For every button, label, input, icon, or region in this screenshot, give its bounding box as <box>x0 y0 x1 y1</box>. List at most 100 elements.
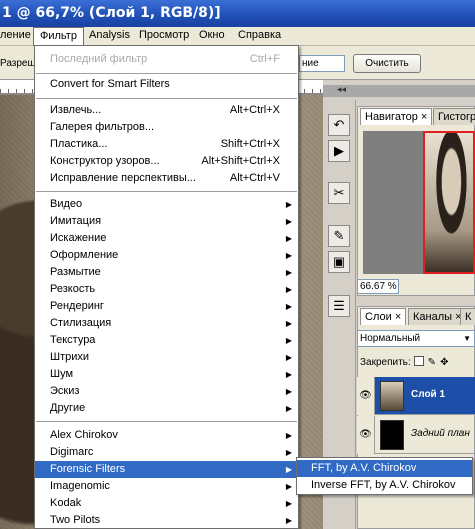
menu-item-imagenomic[interactable]: Imagenomic ▶ <box>35 478 298 495</box>
submenu-item-fft[interactable]: FFT, by A.V. Chirokov <box>297 460 472 477</box>
menu-item-sketch[interactable]: Эскиз ▶ <box>35 383 298 400</box>
notes-icon[interactable]: ☰ <box>328 295 350 317</box>
menu-item-convert-smart-filters[interactable]: Convert for Smart Filters <box>35 76 298 93</box>
menu-item-label: Рендеринг <box>50 300 104 312</box>
clone-source-icon[interactable]: ▣ <box>328 251 350 273</box>
navigator-view-box[interactable] <box>423 131 475 274</box>
submenu-arrow-icon: ▶ <box>285 268 292 277</box>
layer-thumbnail <box>380 381 404 411</box>
menu-separator <box>36 191 297 192</box>
submenu-arrow-icon: ▶ <box>285 448 292 457</box>
menu-item-distort[interactable]: Искажение ▶ <box>35 230 298 247</box>
menu-item-other[interactable]: Другие ▶ <box>35 400 298 417</box>
tab-navigator[interactable]: Навигатор × <box>360 108 433 125</box>
menu-item-artistic[interactable]: Имитация ▶ <box>35 213 298 230</box>
chevron-down-icon[interactable]: ▼ <box>463 331 471 346</box>
submenu-item-label: Inverse FFT, by A.V. Chirokov <box>311 479 456 491</box>
brushes-icon[interactable]: ✎ <box>328 225 350 247</box>
menu-item-label: Резкость <box>50 283 96 295</box>
menu-item-label: Штрихи <box>50 351 90 363</box>
history-icon[interactable]: ↶ <box>328 114 350 136</box>
blend-mode-value: Нормальный <box>360 333 421 344</box>
tab-layers[interactable]: Слои × <box>360 308 407 325</box>
menu-item-shortcut: Ctrl+F <box>249 53 280 65</box>
tab-paths[interactable]: К <box>460 308 475 325</box>
collapse-arrows-icon[interactable]: ◂◂ <box>337 84 346 95</box>
eye-icon[interactable]: 👁 <box>357 416 375 454</box>
menu-edit[interactable]: ление <box>0 29 31 41</box>
menu-item-last-filter[interactable]: Последний фильтр Ctrl+F <box>35 51 298 68</box>
eye-icon[interactable]: 👁 <box>357 377 375 415</box>
menu-item-label: Kodak <box>50 497 82 509</box>
submenu-arrow-icon: ▶ <box>285 353 292 362</box>
submenu-arrow-icon: ▶ <box>285 217 292 226</box>
menu-separator <box>36 421 297 422</box>
submenu-item-inverse-fft[interactable]: Inverse FFT, by A.V. Chirokov <box>297 477 472 494</box>
menu-item-label: Извлечь... <box>50 104 102 116</box>
menu-item-texture[interactable]: Текстура ▶ <box>35 332 298 349</box>
menu-item-label: Two Pilots <box>50 514 101 526</box>
menu-item-render[interactable]: Рендеринг ▶ <box>35 298 298 315</box>
menu-item-kodak[interactable]: Kodak ▶ <box>35 495 298 512</box>
tab-channels[interactable]: Каналы × <box>408 308 467 325</box>
menu-item-pattern-maker[interactable]: Конструктор узоров... Alt+Shift+Ctrl+X <box>35 153 298 170</box>
submenu-arrow-icon: ▶ <box>285 431 292 440</box>
menu-item-blur[interactable]: Размытие ▶ <box>35 264 298 281</box>
zoom-field[interactable]: 66.67 % <box>357 279 399 294</box>
tab-histogram-label: Гистогр <box>438 111 475 123</box>
tools-icon[interactable]: ✂ <box>328 182 350 204</box>
submenu-arrow-icon: ▶ <box>285 285 292 294</box>
menu-item-brush-strokes[interactable]: Штрихи ▶ <box>35 349 298 366</box>
menu-item-two-pilots[interactable]: Two Pilots ▶ <box>35 512 298 529</box>
menu-item-stylize[interactable]: Стилизация ▶ <box>35 315 298 332</box>
layer-row-background[interactable]: 👁 Задний план <box>357 416 475 454</box>
menu-item-extract[interactable]: Извлечь... Alt+Ctrl+X <box>35 102 298 119</box>
menu-item-filter-gallery[interactable]: Галерея фильтров... <box>35 119 298 136</box>
menu-item-label: Digimarc <box>50 446 94 458</box>
lock-brush-icon[interactable]: ✎ <box>428 357 436 368</box>
menu-item-digimarc[interactable]: Digimarc ▶ <box>35 444 298 461</box>
submenu-arrow-icon: ▶ <box>285 200 292 209</box>
menu-analysis[interactable]: Analysis <box>89 29 130 41</box>
menu-item-label: Эскиз <box>50 385 80 397</box>
menu-item-label: Текстура <box>50 334 96 346</box>
menu-item-alex-chirokov[interactable]: Alex Chirokov ▶ <box>35 427 298 444</box>
menu-item-forensic-filters[interactable]: Forensic Filters ▶ <box>35 461 298 478</box>
options-field[interactable]: ние <box>299 55 345 72</box>
submenu-arrow-icon: ▶ <box>285 387 292 396</box>
menu-window[interactable]: Окно <box>199 29 225 41</box>
actions-play-icon[interactable]: ▶ <box>328 140 350 162</box>
menu-item-label: Forensic Filters <box>50 463 126 475</box>
submenu-arrow-icon: ▶ <box>285 404 292 413</box>
menu-view[interactable]: Просмотр <box>139 29 189 41</box>
close-icon[interactable]: × <box>421 111 427 123</box>
menu-item-label: Галерея фильтров... <box>50 121 155 133</box>
menu-item-liquify[interactable]: Пластика... Shift+Ctrl+X <box>35 136 298 153</box>
blend-mode-select[interactable]: Нормальный ▼ <box>357 330 475 347</box>
menu-help[interactable]: Справка <box>238 29 281 41</box>
close-icon[interactable]: × <box>395 311 401 323</box>
submenu-arrow-icon: ▶ <box>285 370 292 379</box>
menu-item-label: Стилизация <box>50 317 112 329</box>
submenu-arrow-icon: ▶ <box>285 336 292 345</box>
layer-name: Задний план <box>411 428 470 439</box>
menu-item-label: Оформление <box>50 249 119 261</box>
layer-row-1[interactable]: 👁 Слой 1 <box>357 377 475 415</box>
menu-item-vanishing-point[interactable]: Исправление перспективы... Alt+Ctrl+V <box>35 170 298 187</box>
lock-transparency-icon[interactable] <box>413 356 424 366</box>
menu-item-noise[interactable]: Шум ▶ <box>35 366 298 383</box>
menu-item-label: Размытие <box>50 266 101 278</box>
menu-item-video[interactable]: Видео ▶ <box>35 196 298 213</box>
tab-histogram[interactable]: Гистогр <box>433 108 475 125</box>
menu-item-stylize-design[interactable]: Оформление ▶ <box>35 247 298 264</box>
tab-navigator-label: Навигатор <box>365 111 418 123</box>
dock-header[interactable]: ◂◂ <box>323 84 475 97</box>
menu-separator <box>36 73 297 74</box>
menu-item-label: Конструктор узоров... <box>50 155 160 167</box>
menu-filter[interactable]: Фильтр <box>33 27 84 46</box>
menu-item-label: Искажение <box>50 232 107 244</box>
menu-item-sharpen[interactable]: Резкость ▶ <box>35 281 298 298</box>
clear-button[interactable]: Очистить <box>353 54 421 73</box>
submenu-arrow-icon: ▶ <box>285 234 292 243</box>
lock-move-icon[interactable]: ✥ <box>440 357 448 368</box>
